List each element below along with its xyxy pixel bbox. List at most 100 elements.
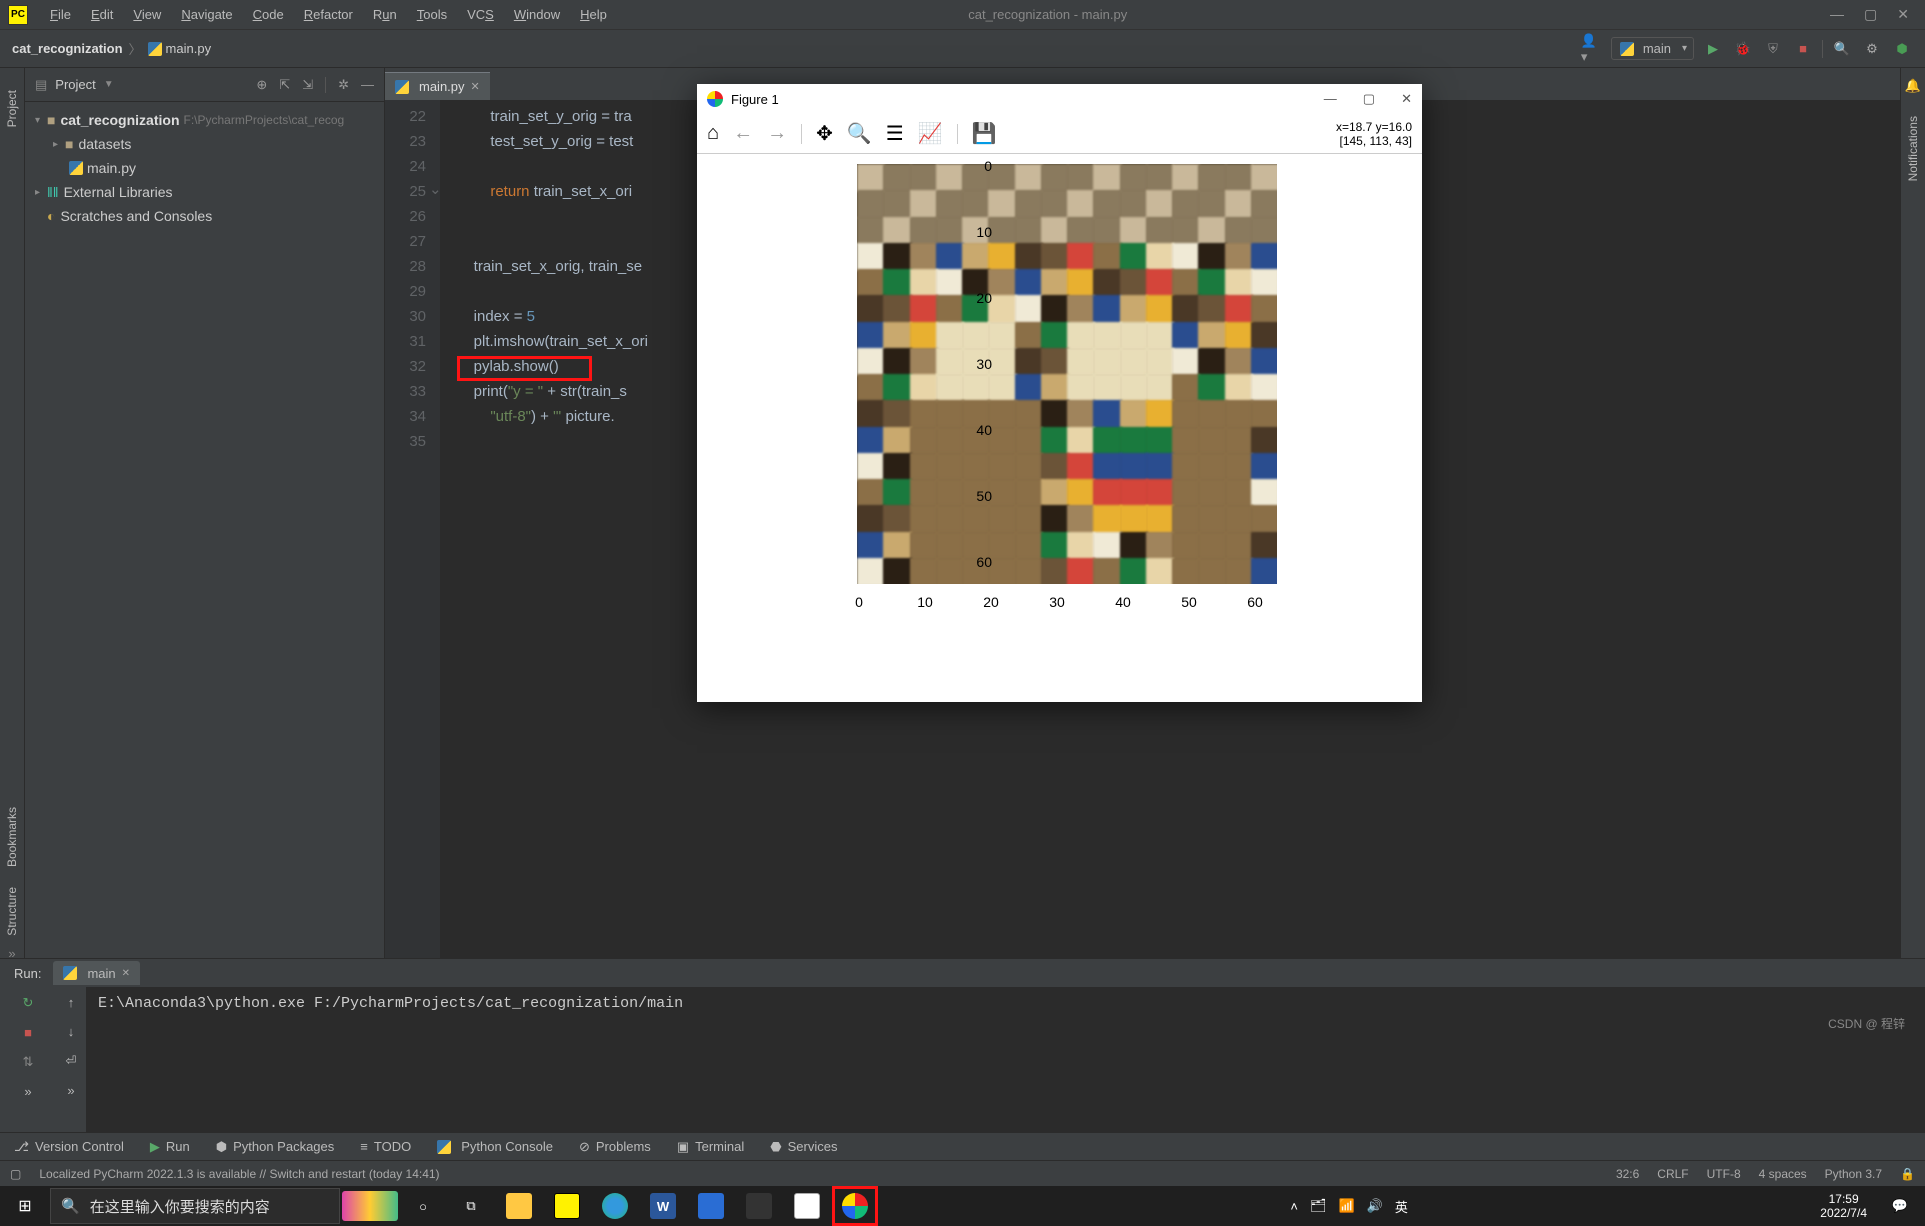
tool-terminal[interactable]: ▣Terminal bbox=[677, 1139, 744, 1155]
tool-python-packages[interactable]: ⬢Python Packages bbox=[216, 1139, 335, 1155]
app-icon-2[interactable] bbox=[784, 1186, 830, 1226]
menu-navigate[interactable]: Navigate bbox=[171, 7, 242, 22]
wifi-icon[interactable]: 📶 bbox=[1339, 1198, 1355, 1214]
tree-scratches[interactable]: ◐Scratches and Consoles bbox=[27, 204, 382, 228]
collapse-icon[interactable]: ⇱ bbox=[279, 77, 290, 93]
menu-refactor[interactable]: Refactor bbox=[294, 7, 363, 22]
edit-icon[interactable]: 📈 bbox=[918, 121, 943, 146]
explorer-icon[interactable] bbox=[496, 1186, 542, 1226]
breadcrumb-file[interactable]: main.py bbox=[166, 41, 212, 56]
down-icon[interactable]: ↓ bbox=[68, 1024, 75, 1039]
tab-main-py[interactable]: main.py ✕ bbox=[385, 72, 490, 100]
tree-mainpy[interactable]: main.py bbox=[27, 156, 382, 180]
pycharm-taskbar-icon[interactable] bbox=[544, 1186, 590, 1226]
menu-file[interactable]: File bbox=[40, 7, 81, 22]
home-icon[interactable]: ⌂ bbox=[707, 122, 719, 145]
status-indent[interactable]: 4 spaces bbox=[1759, 1167, 1807, 1181]
expand-icon[interactable]: ⇲ bbox=[302, 77, 313, 93]
save-icon[interactable]: 💾 bbox=[972, 121, 997, 146]
menu-code[interactable]: Code bbox=[243, 7, 294, 22]
menu-help[interactable]: Help bbox=[570, 7, 617, 22]
volume-icon[interactable]: 🔊 bbox=[1367, 1198, 1383, 1214]
target-icon[interactable]: ⊕ bbox=[256, 77, 267, 93]
run-output[interactable]: E:\Anaconda3\python.exe F:/PycharmProjec… bbox=[86, 987, 1925, 1132]
run-icon[interactable]: ▶ bbox=[1702, 38, 1724, 60]
matplotlib-figure-window[interactable]: Figure 1 — ▢ ✕ ⌂ ← → ✥ 🔍 ☰ 📈 💾 x=18.7 y=… bbox=[697, 84, 1422, 702]
status-line-ending[interactable]: CRLF bbox=[1657, 1167, 1688, 1181]
ime-indicator[interactable]: 英 bbox=[1395, 1197, 1408, 1216]
stop-icon[interactable]: ■ bbox=[1792, 38, 1814, 60]
minimize-icon[interactable]: — bbox=[1830, 6, 1844, 23]
task-view-icon[interactable]: ⧉ bbox=[448, 1186, 494, 1226]
tool-version-control[interactable]: ⎇Version Control bbox=[14, 1139, 124, 1155]
menu-vcs[interactable]: VCS bbox=[457, 7, 504, 22]
menu-run[interactable]: Run bbox=[363, 7, 407, 22]
debug-icon[interactable]: 🐞 bbox=[1732, 38, 1754, 60]
run-config-dropdown[interactable]: main bbox=[1611, 37, 1694, 60]
start-button[interactable]: ⊞ bbox=[2, 1186, 48, 1226]
tree-root[interactable]: ▾■cat_recognizationF:\PycharmProjects\ca… bbox=[27, 108, 382, 132]
tool-services[interactable]: ⬣Services bbox=[770, 1139, 837, 1155]
lock-icon[interactable]: 🔒 bbox=[1900, 1167, 1915, 1181]
cortana-icon[interactable]: ○ bbox=[400, 1186, 446, 1226]
pan-icon[interactable]: ✥ bbox=[816, 121, 833, 146]
layout-icon[interactable]: ⇅ bbox=[23, 1054, 34, 1070]
forward-icon[interactable]: → bbox=[767, 122, 787, 145]
taskbar-clock[interactable]: 17:592022/7/4 bbox=[1820, 1192, 1875, 1220]
battery-icon[interactable]: 🗂 bbox=[1310, 1198, 1327, 1214]
menu-tools[interactable]: Tools bbox=[407, 7, 457, 22]
terminal-icon[interactable] bbox=[736, 1186, 782, 1226]
figure-maximize-icon[interactable]: ▢ bbox=[1363, 91, 1375, 107]
tree-datasets[interactable]: ▸■datasets bbox=[27, 132, 382, 156]
menu-window[interactable]: Window bbox=[504, 7, 570, 22]
close-icon[interactable]: ✕ bbox=[1897, 6, 1909, 23]
gutter-collapse-icon[interactable]: ⌄ bbox=[429, 180, 442, 198]
app-icon-1[interactable] bbox=[688, 1186, 734, 1226]
close-run-tab-icon[interactable]: ✕ bbox=[122, 968, 130, 979]
up-icon[interactable]: ↑ bbox=[68, 995, 75, 1010]
hide-icon[interactable]: — bbox=[361, 77, 374, 93]
hexagon-icon[interactable]: ⬢ bbox=[1891, 38, 1913, 60]
matplotlib-taskbar-icon[interactable] bbox=[832, 1186, 878, 1226]
menu-edit[interactable]: Edit bbox=[81, 7, 123, 22]
run-tab-main[interactable]: main✕ bbox=[53, 961, 140, 985]
search-icon[interactable]: 🔍 bbox=[1831, 38, 1853, 60]
status-message[interactable]: Localized PyCharm 2022.1.3 is available … bbox=[39, 1167, 439, 1181]
notification-center-icon[interactable]: 💬 bbox=[1877, 1186, 1923, 1226]
stop-run-icon[interactable]: ■ bbox=[24, 1025, 32, 1040]
taskbar-search[interactable]: 🔍 在这里输入你要搜索的内容 bbox=[50, 1188, 340, 1224]
menu-view[interactable]: View bbox=[123, 7, 171, 22]
zoom-icon[interactable]: 🔍 bbox=[847, 121, 872, 146]
gear-icon[interactable]: ✲ bbox=[338, 77, 349, 93]
figure-minimize-icon[interactable]: — bbox=[1324, 91, 1337, 107]
word-icon[interactable]: W bbox=[640, 1186, 686, 1226]
bell-icon[interactable]: 🔔 bbox=[1905, 78, 1921, 94]
tool-problems[interactable]: ⊘Problems bbox=[579, 1139, 651, 1155]
sidebar-tab-project[interactable]: Project bbox=[2, 80, 22, 137]
tool-run[interactable]: ▶Run bbox=[150, 1139, 190, 1155]
tray-chevron-icon[interactable]: ˄ bbox=[1290, 1199, 1298, 1214]
maximize-icon[interactable]: ▢ bbox=[1864, 6, 1877, 23]
figure-close-icon[interactable]: ✕ bbox=[1401, 91, 1412, 107]
close-tab-icon[interactable]: ✕ bbox=[471, 80, 480, 93]
status-position[interactable]: 32:6 bbox=[1616, 1167, 1639, 1181]
settings-icon[interactable]: ⚙ bbox=[1861, 38, 1883, 60]
rerun-icon[interactable]: ↻ bbox=[23, 995, 34, 1011]
tool-python-console[interactable]: Python Console bbox=[437, 1139, 553, 1154]
wrap-icon[interactable]: ⏎ bbox=[66, 1053, 77, 1069]
taskbar-widget-icon[interactable] bbox=[342, 1186, 398, 1226]
status-encoding[interactable]: UTF-8 bbox=[1707, 1167, 1741, 1181]
coverage-icon[interactable]: ⛨ bbox=[1762, 38, 1784, 60]
tool-todo[interactable]: ≡TODO bbox=[360, 1139, 411, 1154]
back-icon[interactable]: ← bbox=[733, 122, 753, 145]
sidebar-tab-structure[interactable]: Structure bbox=[2, 877, 22, 946]
tree-ext-lib[interactable]: ▸‖‖External Libraries bbox=[27, 180, 382, 204]
configure-icon[interactable]: ☰ bbox=[886, 121, 904, 146]
breadcrumb-project[interactable]: cat_recognization bbox=[12, 41, 123, 56]
sidebar-tab-notifications[interactable]: Notifications bbox=[1903, 106, 1923, 191]
status-interpreter[interactable]: Python 3.7 bbox=[1825, 1167, 1882, 1181]
figure-canvas[interactable]: 0 10 20 30 40 50 60 0 10 20 30 40 50 60 bbox=[697, 154, 1422, 702]
user-icon[interactable]: 👤▾ bbox=[1581, 38, 1603, 60]
sidebar-tab-bookmarks[interactable]: Bookmarks bbox=[2, 797, 22, 877]
edge-icon[interactable] bbox=[592, 1186, 638, 1226]
